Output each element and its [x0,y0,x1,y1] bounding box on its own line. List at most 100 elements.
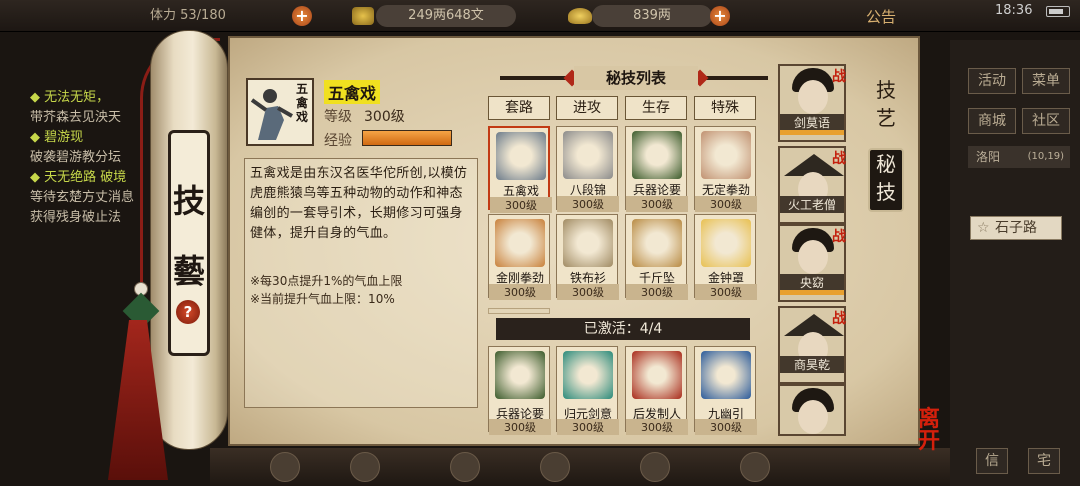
notice-button[interactable]: 公告 [866,6,896,27]
skill-icon [563,351,613,399]
activated-skill-cell[interactable]: 兵器论要 300级 [488,346,551,435]
tab-survival[interactable]: 生存 [625,96,687,120]
skill-list-title: 秘技列表 [574,66,698,90]
level-value: 300级 [364,109,405,125]
battle-badge: 战 [832,69,846,85]
clock: 18:36 [995,3,1033,18]
menu-button[interactable]: 菜单 [1022,68,1070,94]
character-name: 剑莫语 [780,114,844,131]
coin-icon [352,7,374,25]
dock-button[interactable] [640,452,670,482]
mall-button[interactable]: 商城 [968,108,1016,134]
bottom-dock [210,448,950,486]
skill-icon [701,131,751,179]
tab-special[interactable]: 特殊 [694,96,756,120]
activated-skill-cell[interactable]: 后发制人 300级 [625,346,688,435]
skill-level: 300级 [626,196,688,212]
activated-skill-cell[interactable]: 归元剑意 300级 [556,346,619,435]
skill-note: ※每30点提升1%的气血上限 [250,274,403,288]
city-location: (10,19) 洛阳 [968,146,1070,168]
skill-level: 300级 [626,284,688,300]
character-portrait[interactable] [778,384,846,436]
skill-level: 300级 [489,284,551,300]
battery-icon [1046,6,1070,17]
skill-icon [632,351,682,399]
skill-cell-empty [488,308,550,314]
add-ingot-button[interactable]: + [710,6,730,26]
exp-bar-fill [363,131,451,145]
skill-icon [563,131,613,179]
ingot-icon [568,8,592,24]
face-icon [798,80,828,114]
skill-icon [701,351,751,399]
scroll-title-char: 藝 [172,252,205,290]
dock-button[interactable] [450,452,480,482]
face-icon [798,400,828,434]
tab-secret-skill[interactable]: 秘技 [868,148,904,212]
skill-icon [563,219,613,267]
skill-icon [495,219,545,267]
dock-button[interactable] [540,452,570,482]
skill-cell[interactable]: 千斤坠 300级 [625,214,688,300]
add-stamina-button[interactable]: + [292,6,312,26]
tab-secret-skill-label: 秘技 [876,152,896,204]
battle-badge: 战 [832,229,846,245]
skill-level: 300级 [695,284,757,300]
money-readout: 249两648文 [376,5,516,27]
character-name: 央窈 [780,274,844,291]
skill-cell[interactable]: 铁布衫 300级 [556,214,619,300]
community-button[interactable]: 社区 [1022,108,1070,134]
home-button[interactable]: 宅 [1028,448,1060,474]
city-coords: (10,19) [1027,151,1064,162]
skill-level: 300级 [695,196,757,212]
character-name: 火工老僧 [780,196,844,213]
skill-level: 300级 [557,284,619,300]
skill-icon [496,132,546,180]
city-name: 洛阳 [976,150,1001,164]
skill-icon [632,219,682,267]
level-label: 等级 [324,109,352,125]
skill-level: 300级 [557,419,619,435]
ingot-readout: 839两 [592,5,712,27]
activity-button[interactable]: 活动 [968,68,1016,94]
battle-badge: 战 [832,151,846,167]
character-bar [780,130,844,135]
skill-cell[interactable]: 兵器论要 300级 [625,126,688,212]
road-location[interactable]: 石子路 [970,216,1062,240]
portrait-caption: 五禽戏 [296,82,309,124]
skill-icon [632,131,682,179]
skill-level: 300级 [695,419,757,435]
tab-attack[interactable]: 进攻 [556,96,618,120]
exp-bar [362,130,452,146]
tab-routine[interactable]: 套路 [488,96,550,120]
help-button[interactable]: ? [176,300,200,324]
exp-label: 经验 [324,133,352,149]
skill-title: 五禽戏 [324,80,381,104]
skill-cell[interactable]: 金钟罩 300级 [694,214,757,300]
tab-craft[interactable]: 技艺 [868,76,904,136]
skill-cell[interactable]: 无定拳劲 300级 [694,126,757,212]
skill-icon [495,351,545,399]
skill-cell[interactable]: 五禽戏 300级 [488,126,552,213]
skill-cell[interactable]: 金刚拳劲 300级 [488,214,551,300]
skill-level: 300级 [626,419,688,435]
right-menu-panel [950,40,1080,486]
activated-skill-cell[interactable]: 九幽引 300级 [694,346,757,435]
battle-badge: 战 [832,311,846,327]
face-icon [798,240,828,274]
skill-level: 300级 [490,197,552,213]
dock-button[interactable] [350,452,380,482]
skill-level: 300级 [489,419,551,435]
stamina-readout: 体力 53/180 [150,8,226,23]
skill-icon [701,219,751,267]
tab-craft-label: 技艺 [876,78,896,130]
skill-cell[interactable]: 八段锦 300级 [556,126,619,212]
skill-description: 五禽戏是由东汉名医华佗所创,以模仿虎鹿熊猿鸟等五种动物的动作和神态编创的一套导引… [250,166,468,241]
dock-button[interactable] [270,452,300,482]
character-bar [780,290,844,295]
selected-skill-portrait: 五禽戏 [246,78,314,146]
leave-button[interactable]: 离开 [906,408,952,452]
mail-button[interactable]: 信 [976,448,1008,474]
scroll-title-char: 技 [172,182,205,220]
dock-button[interactable] [740,452,770,482]
